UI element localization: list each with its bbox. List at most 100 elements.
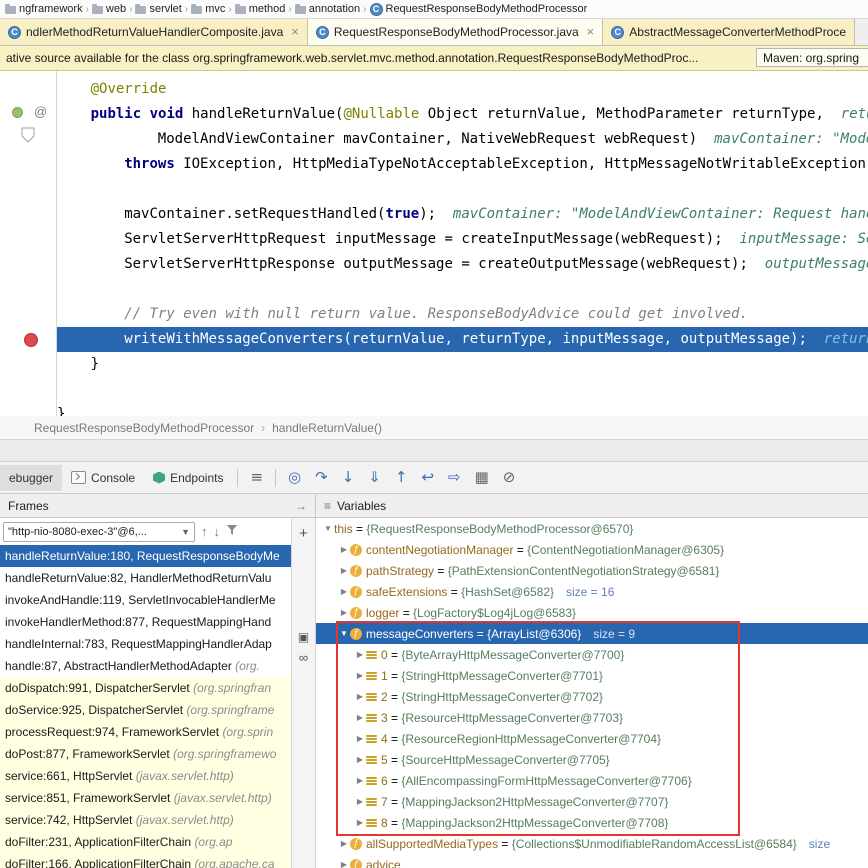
stack-frame-row[interactable]: doService:925, DispatcherServlet (org.sp…	[0, 699, 291, 721]
breadcrumb-item[interactable]: annotation	[293, 3, 362, 15]
variable-row[interactable]: ▶fallSupportedMediaTypes = {Collections$…	[316, 833, 868, 854]
view-breakpoints-icon[interactable]: ▦	[468, 470, 496, 485]
close-icon[interactable]: ×	[291, 27, 299, 37]
tree-chevron-icon[interactable]: ▶	[354, 692, 366, 701]
breadcrumb-item[interactable]: servlet	[133, 3, 183, 15]
variable-value: {StringHttpMessageConverter@7701}	[401, 669, 603, 683]
breakpoint-icon[interactable]	[24, 333, 38, 347]
editor-tab[interactable]: CRequestResponseBodyMethodProcessor.java…	[308, 19, 603, 45]
force-step-into-icon[interactable]: ⇓	[361, 470, 388, 485]
tree-chevron-icon[interactable]: ▼	[338, 629, 350, 638]
stack-frame-row[interactable]: service:851, FrameworkServlet (javax.ser…	[0, 787, 291, 809]
tree-chevron-icon[interactable]: ▶	[354, 650, 366, 659]
stack-frame-row[interactable]: handle:87, AbstractHandlerMethodAdapter …	[0, 655, 291, 677]
frames-panel-menu-icon[interactable]: →	[295, 499, 307, 513]
variable-row[interactable]: ▶flogger = {LogFactory$Log4jLog@6583}	[316, 602, 868, 623]
variable-row[interactable]: ▼fmessageConverters = {ArrayList@6306}si…	[316, 623, 868, 644]
thread-dropdown[interactable]: "http-nio-8080-exec-3"@6,... ▼	[3, 522, 195, 542]
tree-chevron-icon[interactable]: ▶	[338, 566, 350, 575]
step-out-icon[interactable]: ↑	[388, 470, 415, 485]
variable-row[interactable]: ▶fcontentNegotiationManager = {ContentNe…	[316, 539, 868, 560]
tree-chevron-icon[interactable]: ▶	[338, 608, 350, 617]
show-execution-point-icon[interactable]: ◎	[281, 470, 308, 485]
debugger-tab-console[interactable]: Console	[62, 465, 144, 491]
variable-row[interactable]: ▼this = {RequestResponseBodyMethodProces…	[316, 518, 868, 539]
variable-row[interactable]: ▶7 = {MappingJackson2HttpMessageConverte…	[316, 791, 868, 812]
tree-chevron-icon[interactable]: ▶	[354, 797, 366, 806]
previous-frame-icon[interactable]: ↑	[201, 524, 208, 539]
tree-chevron-icon[interactable]: ▶	[354, 671, 366, 680]
stack-frame-row[interactable]: invokeAndHandle:119, ServletInvocableHan…	[0, 589, 291, 611]
variable-row[interactable]: ▶fadvice	[316, 854, 868, 868]
class-icon: C	[611, 26, 624, 39]
step-over-icon[interactable]: ↷	[308, 470, 335, 485]
close-icon[interactable]: ×	[587, 27, 595, 37]
debugger-tab-endpoints[interactable]: Endpoints	[144, 465, 232, 491]
variable-row[interactable]: ▶fpathStrategy = {PathExtensionContentNe…	[316, 560, 868, 581]
variable-row[interactable]: ▶5 = {SourceHttpMessageConverter@7705}	[316, 749, 868, 770]
annotation-gutter-icon[interactable]: @	[34, 104, 47, 119]
code-editor[interactable]: @ @Overridepublic void handleReturnValue…	[0, 71, 868, 416]
mute-breakpoints-icon[interactable]: ⊘	[496, 470, 523, 485]
variable-row[interactable]: ▶4 = {ResourceRegionHttpMessageConverter…	[316, 728, 868, 749]
breadcrumb-class[interactable]: RequestResponseBodyMethodProcessor	[34, 421, 254, 435]
tree-chevron-icon[interactable]: ▶	[338, 839, 350, 848]
tree-chevron-icon[interactable]: ▶	[354, 776, 366, 785]
variable-row[interactable]: ▶2 = {StringHttpMessageConverter@7702}	[316, 686, 868, 707]
variable-row[interactable]: ▶fsafeExtensions = {HashSet@6582}size = …	[316, 581, 868, 602]
debugger-tab-ebugger[interactable]: ebugger	[0, 465, 62, 491]
variable-row[interactable]: ▶0 = {ByteArrayHttpMessageConverter@7700…	[316, 644, 868, 665]
breadcrumb-item[interactable]: mvc	[189, 3, 227, 15]
next-frame-icon[interactable]: ↓	[214, 524, 221, 539]
stack-frame-row[interactable]: invokeHandlerMethod:877, RequestMappingH…	[0, 611, 291, 633]
stack-frame-row[interactable]: handleInternal:783, RequestMappingHandle…	[0, 633, 291, 655]
editor-tab[interactable]: CndlerMethodReturnValueHandlerComposite.…	[0, 19, 308, 45]
tree-chevron-icon[interactable]: ▶	[338, 587, 350, 596]
tree-chevron-icon[interactable]: ▶	[338, 545, 350, 554]
duplicate-icon[interactable]: ▣	[298, 631, 309, 643]
tree-chevron-icon[interactable]: ▶	[338, 860, 350, 868]
stack-frame-row[interactable]: service:661, HttpServlet (javax.servlet.…	[0, 765, 291, 787]
stack-frame-row[interactable]: doFilter:166, ApplicationFilterChain (or…	[0, 853, 291, 868]
step-into-icon[interactable]: ↓	[335, 470, 362, 485]
run-to-cursor-icon[interactable]: ⇨	[441, 470, 468, 485]
inline-debug-hint: mavContainer: "ModelAndViewContainer: Re…	[436, 206, 868, 222]
stack-frame-row[interactable]: handleReturnValue:180, RequestResponseBo…	[0, 545, 291, 567]
tree-chevron-icon[interactable]: ▶	[354, 818, 366, 827]
stack-frame-row[interactable]: doFilter:231, ApplicationFilterChain (or…	[0, 831, 291, 853]
add-watch-icon[interactable]: +	[299, 526, 308, 541]
frames-title: Frames	[8, 499, 49, 513]
variables-menu-icon[interactable]: ≡	[324, 499, 331, 513]
separator	[237, 469, 238, 487]
tree-chevron-icon[interactable]: ▶	[354, 755, 366, 764]
tab-label: ebugger	[9, 471, 53, 485]
layout-menu-icon[interactable]: ≡	[243, 470, 270, 485]
variable-row[interactable]: ▶1 = {StringHttpMessageConverter@7701}	[316, 665, 868, 686]
override-marker-icon[interactable]	[12, 107, 23, 118]
breadcrumb-item[interactable]: ngframework	[3, 3, 85, 15]
tree-chevron-icon[interactable]: ▼	[322, 524, 334, 533]
stack-frame-row[interactable]: doPost:877, FrameworkServlet (org.spring…	[0, 743, 291, 765]
variable-row[interactable]: ▶8 = {MappingJackson2HttpMessageConverte…	[316, 812, 868, 833]
drop-frame-icon[interactable]: ↩	[414, 470, 441, 485]
stack-frame-row[interactable]: doDispatch:991, DispatcherServlet (org.s…	[0, 677, 291, 699]
stack-frame-row[interactable]: service:742, HttpServlet (javax.servlet.…	[0, 809, 291, 831]
editor-tab[interactable]: CAbstractMessageConverterMethodProce	[603, 19, 855, 45]
breadcrumb-item[interactable]: method	[233, 3, 288, 15]
field-icon: f	[350, 838, 362, 850]
breadcrumb-item[interactable]: CRequestResponseBodyMethodProcessor	[368, 3, 590, 16]
breadcrumb-method[interactable]: handleReturnValue()	[272, 421, 382, 435]
field-icon: f	[350, 607, 362, 619]
stack-frame-row[interactable]: handleReturnValue:82, HandlerMethodRetur…	[0, 567, 291, 589]
maven-source-selector[interactable]: Maven: org.spring	[756, 48, 868, 67]
variable-row[interactable]: ▶6 = {AllEncompassingFormHttpMessageConv…	[316, 770, 868, 791]
stack-frame-row[interactable]: processRequest:974, FrameworkServlet (or…	[0, 721, 291, 743]
infinity-watches-icon[interactable]: ∞	[299, 651, 308, 664]
variable-row[interactable]: ▶3 = {ResourceHttpMessageConverter@7703}	[316, 707, 868, 728]
tree-chevron-icon[interactable]: ▶	[354, 713, 366, 722]
breadcrumb-item[interactable]: web	[90, 3, 128, 15]
equals-sign: =	[388, 732, 402, 746]
filter-frames-icon[interactable]	[226, 523, 238, 541]
variable-value: {HashSet@6582}	[461, 585, 554, 599]
tree-chevron-icon[interactable]: ▶	[354, 734, 366, 743]
